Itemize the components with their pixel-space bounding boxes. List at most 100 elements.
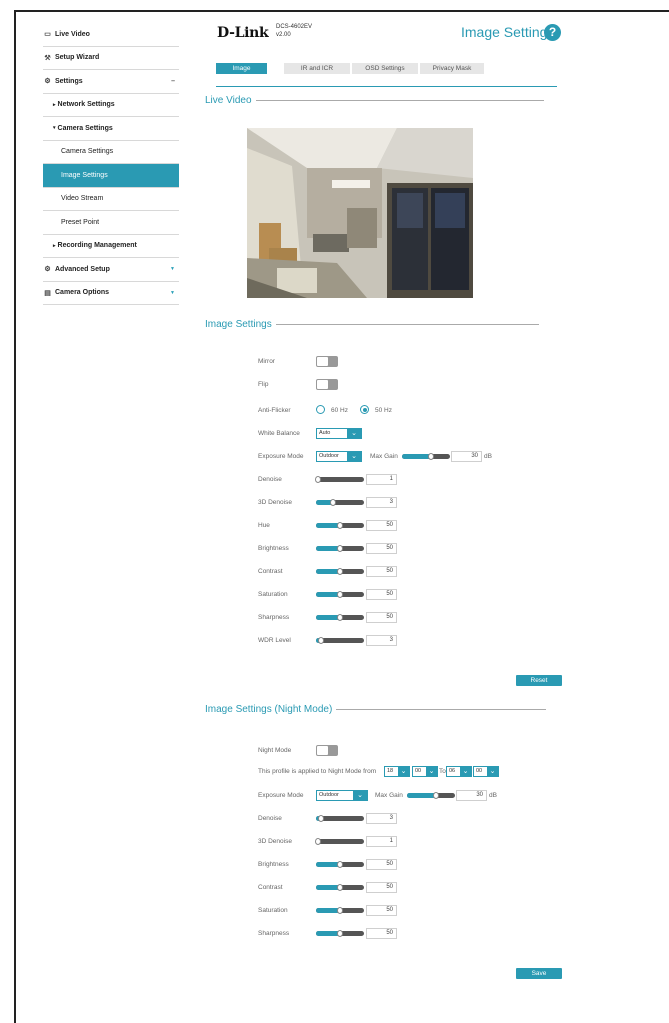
wdr-level-slider[interactable] — [316, 637, 364, 644]
mirror-toggle[interactable] — [316, 356, 338, 367]
slider-handle[interactable] — [317, 815, 324, 822]
brightness-label: Brightness — [258, 545, 289, 552]
night-saturation-slider[interactable] — [316, 907, 364, 914]
hue-slider[interactable] — [316, 522, 364, 529]
saturation-value[interactable]: 50 — [366, 589, 397, 600]
sidebar-item-label: Video Stream — [61, 195, 104, 203]
sidebar-item-settings[interactable]: ⚙ Settings – — [43, 70, 179, 94]
3d-denoise-value[interactable]: 3 — [366, 497, 397, 508]
white-balance-select[interactable]: Auto ⌄ — [316, 428, 362, 439]
slider-handle[interactable] — [337, 930, 343, 937]
night-max-gain-unit: dB — [489, 792, 497, 799]
night-3d-denoise-value[interactable]: 1 — [366, 836, 397, 847]
denoise-value[interactable]: 1 — [366, 474, 397, 485]
radio-60hz[interactable] — [316, 405, 325, 414]
night-3d-denoise-label: 3D Denoise — [258, 838, 292, 845]
slider-handle[interactable] — [432, 792, 439, 799]
slider-handle[interactable] — [337, 907, 343, 914]
model-name: DCS-4602EV — [276, 24, 313, 30]
max-gain-slider[interactable] — [402, 453, 450, 460]
to-hour-select[interactable]: 06 ⌄ — [446, 766, 472, 777]
tab-osd-settings[interactable]: OSD Settings — [352, 63, 418, 74]
night-sharpness-label: Sharpness — [258, 930, 290, 937]
slider-handle[interactable] — [337, 591, 343, 598]
sidebar: ▭ Live Video ⚒ Setup Wizard ⚙ Settings –… — [43, 23, 179, 305]
sidebar-item-recording-management[interactable]: ▸ Recording Management — [43, 235, 179, 258]
sidebar-item-live-video[interactable]: ▭ Live Video — [43, 23, 179, 47]
slider-handle[interactable] — [337, 614, 343, 621]
sidebar-item-camera-settings-group[interactable]: ▾ Camera Settings — [43, 117, 179, 141]
contrast-value[interactable]: 50 — [366, 566, 397, 577]
brightness-slider[interactable] — [316, 545, 364, 552]
night-exposure-mode-select[interactable]: Outdoor ⌄ — [316, 790, 368, 801]
slider-handle[interactable] — [427, 453, 434, 460]
from-hour-select[interactable]: 18 ⌄ — [384, 766, 410, 777]
slider-handle[interactable] — [337, 545, 343, 552]
saturation-slider[interactable] — [316, 591, 364, 598]
sidebar-item-video-stream[interactable]: Video Stream — [43, 188, 179, 211]
night-3d-denoise-slider[interactable] — [315, 838, 364, 845]
sidebar-item-camera-options[interactable]: ▤ Camera Options ▼ — [43, 282, 179, 305]
slider-handle[interactable] — [337, 861, 343, 868]
saturation-label: Saturation — [258, 591, 288, 598]
chevron-down-icon: ⌄ — [353, 791, 367, 800]
hue-value[interactable]: 50 — [366, 520, 397, 531]
slider-handle[interactable] — [337, 522, 343, 529]
night-mode-section-header: Image Settings (Night Mode) — [205, 704, 547, 715]
slider-handle[interactable] — [329, 499, 336, 506]
slider-handle[interactable] — [317, 637, 324, 644]
night-contrast-slider[interactable] — [316, 884, 364, 891]
brightness-value[interactable]: 50 — [366, 543, 397, 554]
section-title: Image Settings — [205, 319, 272, 330]
night-contrast-value[interactable]: 50 — [366, 882, 397, 893]
live-video-feed[interactable] — [247, 128, 473, 298]
tab-image[interactable]: Image — [216, 63, 267, 74]
select-value: 00 — [476, 768, 483, 774]
slider-handle[interactable] — [337, 884, 343, 891]
contrast-slider[interactable] — [316, 568, 364, 575]
contrast-label: Contrast — [258, 568, 283, 575]
night-profile-text: This profile is applied to Night Mode fr… — [258, 768, 377, 775]
wdr-level-value[interactable]: 3 — [366, 635, 397, 646]
mirror-label: Mirror — [258, 358, 275, 365]
3d-denoise-label: 3D Denoise — [258, 499, 292, 506]
night-denoise-value[interactable]: 3 — [366, 813, 397, 824]
save-button[interactable]: Save — [516, 968, 562, 979]
night-brightness-slider[interactable] — [316, 861, 364, 868]
sharpness-value[interactable]: 50 — [366, 612, 397, 623]
night-brightness-value[interactable]: 50 — [366, 859, 397, 870]
select-value: Outdoor — [319, 453, 339, 459]
slider-handle[interactable] — [315, 838, 322, 845]
tab-privacy-mask[interactable]: Privacy Mask — [420, 63, 484, 74]
night-sharpness-value[interactable]: 50 — [366, 928, 397, 939]
sidebar-item-advanced-setup[interactable]: ⚙ Advanced Setup ▼ — [43, 258, 179, 282]
sidebar-item-image-settings[interactable]: Image Settings — [43, 164, 179, 188]
camera-image — [247, 128, 473, 298]
3d-denoise-slider[interactable] — [316, 499, 364, 506]
reset-button[interactable]: Reset — [516, 675, 562, 686]
radio-50hz[interactable] — [360, 405, 369, 414]
night-saturation-value[interactable]: 50 — [366, 905, 397, 916]
section-divider — [336, 709, 547, 710]
sidebar-item-setup-wizard[interactable]: ⚒ Setup Wizard — [43, 47, 179, 70]
sidebar-item-preset-point[interactable]: Preset Point — [43, 211, 179, 235]
night-mode-toggle[interactable] — [316, 745, 338, 756]
max-gain-value[interactable]: 30 — [451, 451, 482, 462]
sidebar-item-network-settings[interactable]: ▸ Network Settings — [43, 94, 179, 117]
to-minute-select[interactable]: 00 ⌄ — [473, 766, 499, 777]
flip-label: Flip — [258, 381, 269, 388]
slider-handle[interactable] — [315, 476, 322, 483]
denoise-slider[interactable] — [315, 476, 364, 483]
sharpness-slider[interactable] — [316, 614, 364, 621]
night-max-gain-slider[interactable] — [407, 792, 455, 799]
from-minute-select[interactable]: 00 ⌄ — [412, 766, 438, 777]
night-denoise-slider[interactable] — [316, 815, 364, 822]
night-max-gain-value[interactable]: 30 — [456, 790, 487, 801]
tab-ir-and-icr[interactable]: IR and ICR — [284, 63, 350, 74]
help-icon[interactable]: ? — [544, 24, 561, 41]
exposure-mode-select[interactable]: Outdoor ⌄ — [316, 451, 362, 462]
night-sharpness-slider[interactable] — [316, 930, 364, 937]
flip-toggle[interactable] — [316, 379, 338, 390]
slider-handle[interactable] — [337, 568, 343, 575]
sidebar-item-camera-settings[interactable]: Camera Settings — [43, 141, 179, 164]
